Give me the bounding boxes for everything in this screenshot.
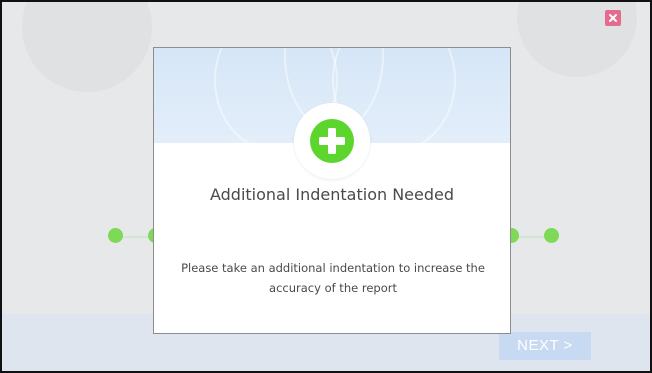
progress-step-dot [544, 228, 559, 243]
close-icon [609, 14, 617, 22]
dialog-icon-badge [294, 103, 370, 179]
background-decoration [22, 2, 152, 92]
plus-circle-icon [310, 119, 354, 163]
dialog-title: Additional Indentation Needed [209, 185, 455, 204]
progress-step-dot [108, 228, 123, 243]
next-button[interactable]: NEXT > [499, 332, 591, 360]
dialog-message: Please take an additional indentation to… [181, 261, 485, 295]
close-button[interactable] [605, 10, 621, 26]
indentation-dialog: Additional Indentation Needed Please tak… [153, 47, 511, 334]
